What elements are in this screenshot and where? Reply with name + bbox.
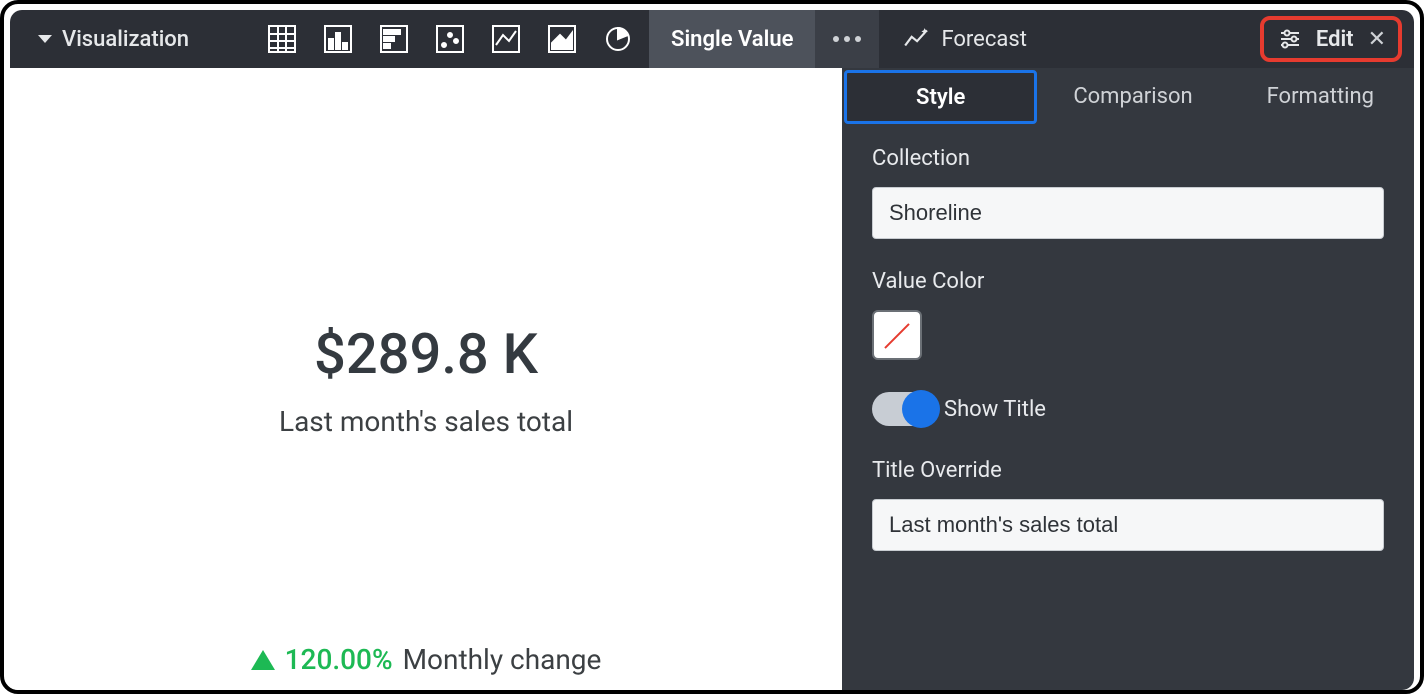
tab-comparison[interactable]: Comparison — [1039, 68, 1226, 124]
tab-style-label: Style — [916, 85, 965, 110]
sliders-icon — [1278, 27, 1302, 51]
collection-input[interactable] — [872, 187, 1384, 239]
style-panel-body: Collection Value Color Show Title Title … — [842, 124, 1414, 569]
active-vis-label: Single Value — [671, 27, 793, 52]
tab-formatting[interactable]: Formatting — [1227, 68, 1414, 124]
edit-button-group[interactable]: Edit ✕ — [1260, 16, 1402, 62]
pie-chart-icon[interactable] — [601, 22, 635, 56]
forecast-label: Forecast — [941, 27, 1026, 52]
tab-style[interactable]: Style — [844, 70, 1037, 124]
active-vis-chip[interactable]: Single Value — [649, 10, 815, 68]
title-override-input[interactable] — [872, 499, 1384, 551]
title-override-label: Title Override — [872, 458, 1384, 483]
visualization-toolbar: Visualization — [10, 10, 1414, 68]
single-value-title: Last month's sales total — [279, 405, 573, 438]
show-title-toggle[interactable] — [872, 392, 938, 426]
tab-formatting-label: Formatting — [1267, 84, 1374, 109]
collection-label: Collection — [872, 146, 1384, 171]
body-area: $289.8 K Last month's sales total 120.00… — [10, 68, 1414, 690]
edit-label: Edit — [1316, 27, 1354, 52]
bar-chart-icon[interactable] — [377, 22, 411, 56]
comparison-row: 120.00% Monthly change — [251, 643, 602, 676]
comparison-label: Monthly change — [403, 643, 602, 676]
chart-type-icons — [265, 22, 635, 56]
ellipsis-icon — [833, 36, 861, 42]
settings-tabs: Style Comparison Formatting — [842, 68, 1414, 124]
caret-down-icon — [38, 35, 52, 43]
table-icon[interactable] — [265, 22, 299, 56]
tab-comparison-label: Comparison — [1073, 84, 1192, 109]
visualization-label: Visualization — [62, 27, 189, 52]
comparison-percent: 120.00% — [285, 643, 393, 676]
forecast-button[interactable]: Forecast — [879, 10, 1050, 68]
app-frame: Visualization — [0, 0, 1424, 694]
visualization-canvas: $289.8 K Last month's sales total 120.00… — [10, 68, 842, 690]
visualization-section-toggle[interactable]: Visualization — [20, 27, 207, 52]
area-chart-icon[interactable] — [545, 22, 579, 56]
line-chart-icon[interactable] — [489, 22, 523, 56]
value-color-swatch[interactable] — [872, 310, 922, 360]
single-value: $289.8 K — [314, 321, 538, 387]
close-icon[interactable]: ✕ — [1368, 27, 1386, 52]
forecast-icon — [903, 26, 929, 52]
scatter-chart-icon[interactable] — [433, 22, 467, 56]
column-chart-icon[interactable] — [321, 22, 355, 56]
more-vis-button[interactable] — [815, 10, 879, 68]
value-color-label: Value Color — [872, 269, 1384, 294]
show-title-label: Show Title — [944, 397, 1046, 422]
settings-panel: Style Comparison Formatting Collection V… — [842, 68, 1414, 690]
up-arrow-icon — [251, 650, 275, 670]
